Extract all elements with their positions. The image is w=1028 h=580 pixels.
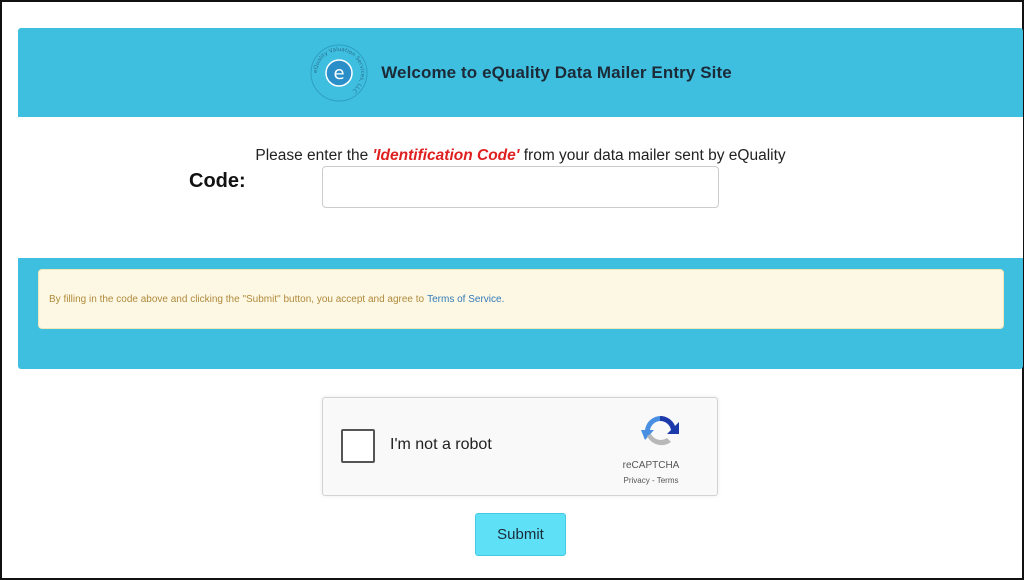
page-title: Welcome to eQuality Data Mailer Entry Si… <box>381 62 732 82</box>
entry-panel: eQuality Valuation Services, LLC e Welco… <box>18 28 1023 369</box>
recaptcha-privacy-terms[interactable]: Privacy - Terms <box>591 476 711 485</box>
prompt-text-before: Please enter the <box>255 147 373 164</box>
submit-button[interactable]: Submit <box>475 513 566 556</box>
recaptcha-label: I'm not a robot <box>390 436 492 453</box>
terms-notice: By filling in the code above and clickin… <box>38 269 1004 329</box>
code-prompt: Please enter the 'Identification Code' f… <box>18 147 1023 165</box>
prompt-text-after: from your data mailer sent by eQuality <box>519 147 786 164</box>
panel-header: eQuality Valuation Services, LLC e Welco… <box>18 28 1023 117</box>
code-input[interactable] <box>322 166 719 208</box>
logo-letter: e <box>334 63 345 84</box>
code-label: Code: <box>189 170 246 192</box>
terms-of-service-link[interactable]: Terms of Service. <box>427 294 504 305</box>
equality-logo-icon: eQuality Valuation Services, LLC e <box>309 43 369 103</box>
terms-notice-text: By filling in the code above and clickin… <box>49 293 425 305</box>
recaptcha-checkbox[interactable] <box>341 429 375 463</box>
recaptcha-widget: I'm not a robot reCAPTCHA Privacy - Term… <box>322 397 718 496</box>
code-entry-section: Please enter the 'Identification Code' f… <box>18 117 1023 258</box>
recaptcha-logo-icon <box>637 412 683 452</box>
identification-code-highlight: 'Identification Code' <box>372 147 520 164</box>
recaptcha-brand: reCAPTCHA <box>622 460 680 471</box>
